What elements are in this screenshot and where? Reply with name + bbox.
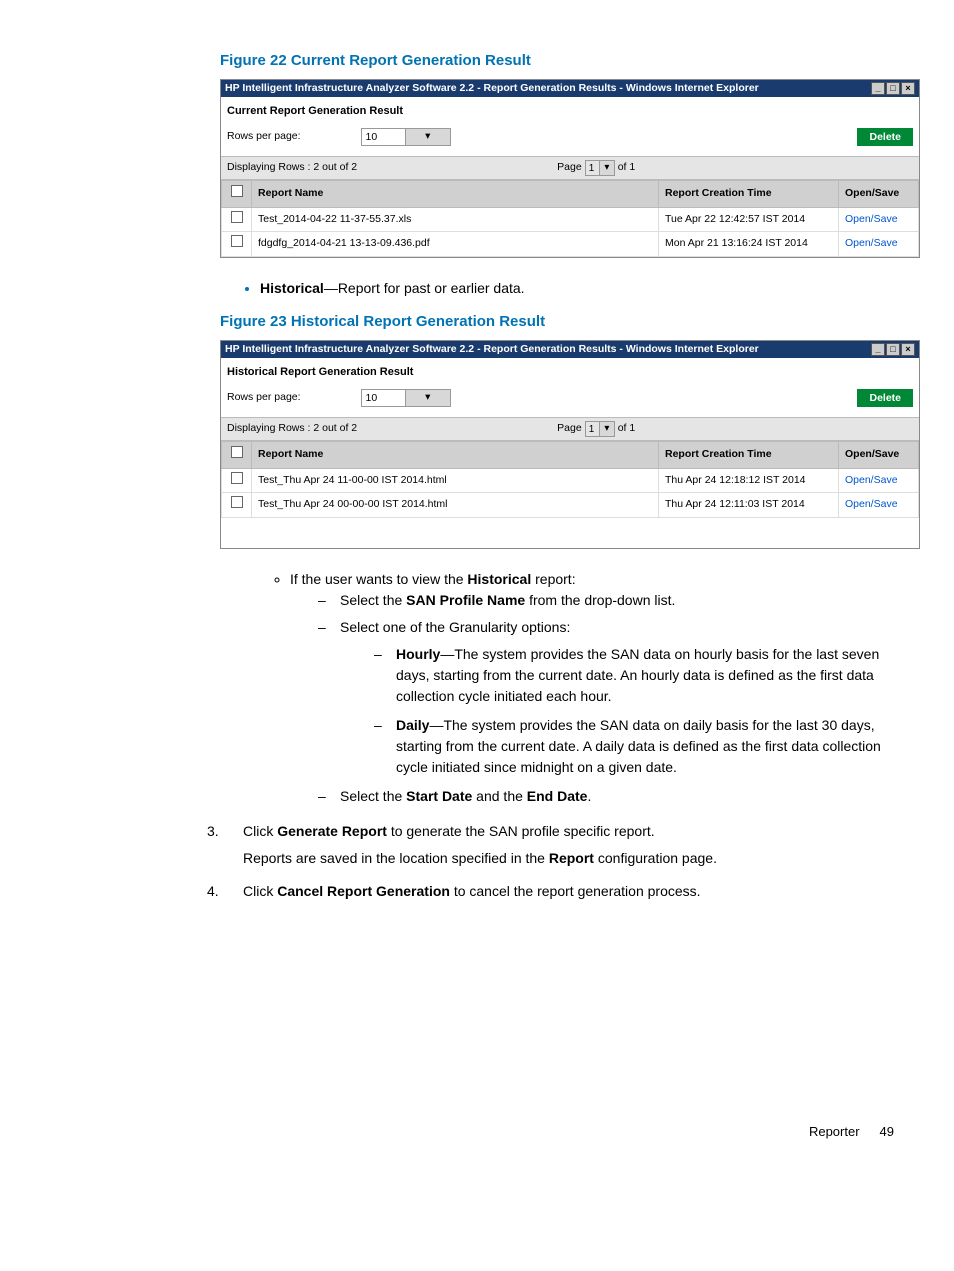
historical-bullet: Historical—Report for past or earlier da… — [260, 278, 894, 299]
col-creation-time: Report Creation Time — [659, 441, 839, 468]
chevron-down-icon[interactable]: ▾ — [405, 390, 450, 406]
window-title: HP Intelligent Infrastructure Analyzer S… — [225, 342, 759, 358]
open-save-link[interactable]: Open/Save — [839, 493, 919, 518]
granularity-hourly: Hourly—The system provides the SAN data … — [374, 644, 894, 707]
window-titlebar: HP Intelligent Infrastructure Analyzer S… — [221, 80, 919, 98]
page-value: 1 — [586, 161, 600, 175]
report-name-cell: Test_Thu Apr 24 00-00-00 IST 2014.html — [252, 493, 659, 518]
creation-time-cell: Tue Apr 22 12:42:57 IST 2014 — [659, 207, 839, 232]
chevron-down-icon[interactable]: ▾ — [599, 161, 614, 175]
col-open-save: Open/Save — [839, 441, 919, 468]
col-report-name: Report Name — [252, 180, 659, 207]
close-icon[interactable]: × — [901, 82, 915, 95]
row-checkbox[interactable] — [231, 211, 243, 223]
page-select[interactable]: 1 ▾ — [585, 421, 615, 437]
minimize-icon[interactable]: _ — [871, 343, 885, 356]
step-select-profile: Select the SAN Profile Name from the dro… — [318, 590, 894, 611]
page-footer: Reporter 49 — [60, 1122, 894, 1142]
step-granularity: Select one of the Granularity options: H… — [318, 617, 894, 778]
historical-view-instruction: If the user wants to view the Historical… — [290, 569, 894, 807]
col-creation-time: Report Creation Time — [659, 180, 839, 207]
table-row: Test_Thu Apr 24 11-00-00 IST 2014.html T… — [222, 468, 919, 493]
select-all-checkbox[interactable] — [231, 446, 243, 458]
table-row: fdgdfg_2014-04-21 13-13-09.436.pdf Mon A… — [222, 232, 919, 257]
chevron-down-icon[interactable]: ▾ — [599, 422, 614, 436]
table-row: Test_2014-04-22 11-37-55.37.xls Tue Apr … — [222, 207, 919, 232]
col-report-name: Report Name — [252, 441, 659, 468]
delete-button[interactable]: Delete — [857, 389, 913, 407]
reports-table: Report Name Report Creation Time Open/Sa… — [221, 441, 919, 518]
rows-per-page-value: 10 — [362, 129, 406, 145]
page-label-post: of 1 — [618, 421, 636, 437]
window-title: HP Intelligent Infrastructure Analyzer S… — [225, 81, 759, 97]
step-4: Click Cancel Report Generation to cancel… — [235, 881, 894, 902]
page-select[interactable]: 1 ▾ — [585, 160, 615, 176]
row-checkbox[interactable] — [231, 496, 243, 508]
footer-page-number: 49 — [880, 1122, 894, 1142]
reports-table: Report Name Report Creation Time Open/Sa… — [221, 180, 919, 257]
displaying-rows-text: Displaying Rows : 2 out of 2 — [227, 421, 357, 437]
open-save-link[interactable]: Open/Save — [839, 232, 919, 257]
open-save-link[interactable]: Open/Save — [839, 207, 919, 232]
window-buttons: _ □ × — [871, 343, 915, 356]
figure-23-caption: Figure 23 Historical Report Generation R… — [220, 311, 894, 334]
page-label-pre: Page — [557, 160, 582, 176]
close-icon[interactable]: × — [901, 343, 915, 356]
displaying-rows-text: Displaying Rows : 2 out of 2 — [227, 160, 357, 176]
report-name-cell: Test_Thu Apr 24 11-00-00 IST 2014.html — [252, 468, 659, 493]
granularity-daily: Daily—The system provides the SAN data o… — [374, 715, 894, 778]
report-name-cell: Test_2014-04-22 11-37-55.37.xls — [252, 207, 659, 232]
footer-section: Reporter — [809, 1122, 860, 1142]
page-label-post: of 1 — [618, 160, 636, 176]
row-checkbox[interactable] — [231, 235, 243, 247]
minimize-icon[interactable]: _ — [871, 82, 885, 95]
panel-subheader: Current Report Generation Result — [221, 97, 919, 124]
chevron-down-icon[interactable]: ▾ — [405, 129, 450, 145]
creation-time-cell: Thu Apr 24 12:11:03 IST 2014 — [659, 493, 839, 518]
rows-per-page-label: Rows per page: — [227, 390, 301, 406]
maximize-icon[interactable]: □ — [886, 343, 900, 356]
figure-22-screenshot: HP Intelligent Infrastructure Analyzer S… — [220, 79, 920, 259]
rows-per-page-label: Rows per page: — [227, 129, 301, 145]
table-row: Test_Thu Apr 24 00-00-00 IST 2014.html T… — [222, 493, 919, 518]
page-value: 1 — [586, 422, 600, 436]
row-checkbox[interactable] — [231, 472, 243, 484]
step-select-dates: Select the Start Date and the End Date. — [318, 786, 894, 807]
window-buttons: _ □ × — [871, 82, 915, 95]
creation-time-cell: Thu Apr 24 12:18:12 IST 2014 — [659, 468, 839, 493]
window-titlebar: HP Intelligent Infrastructure Analyzer S… — [221, 341, 919, 359]
rows-per-page-select[interactable]: 10 ▾ — [361, 389, 451, 407]
col-open-save: Open/Save — [839, 180, 919, 207]
rows-per-page-select[interactable]: 10 ▾ — [361, 128, 451, 146]
rows-per-page-value: 10 — [362, 390, 406, 406]
historical-term: Historical — [260, 280, 324, 296]
figure-23-screenshot: HP Intelligent Infrastructure Analyzer S… — [220, 340, 920, 550]
maximize-icon[interactable]: □ — [886, 82, 900, 95]
panel-subheader: Historical Report Generation Result — [221, 358, 919, 385]
open-save-link[interactable]: Open/Save — [839, 468, 919, 493]
figure-22-caption: Figure 22 Current Report Generation Resu… — [220, 50, 894, 73]
select-all-checkbox[interactable] — [231, 185, 243, 197]
historical-text: —Report for past or earlier data. — [324, 280, 525, 296]
creation-time-cell: Mon Apr 21 13:16:24 IST 2014 — [659, 232, 839, 257]
delete-button[interactable]: Delete — [857, 128, 913, 146]
report-name-cell: fdgdfg_2014-04-21 13-13-09.436.pdf — [252, 232, 659, 257]
page-label-pre: Page — [557, 421, 582, 437]
step-3: Click Generate Report to generate the SA… — [235, 821, 894, 869]
